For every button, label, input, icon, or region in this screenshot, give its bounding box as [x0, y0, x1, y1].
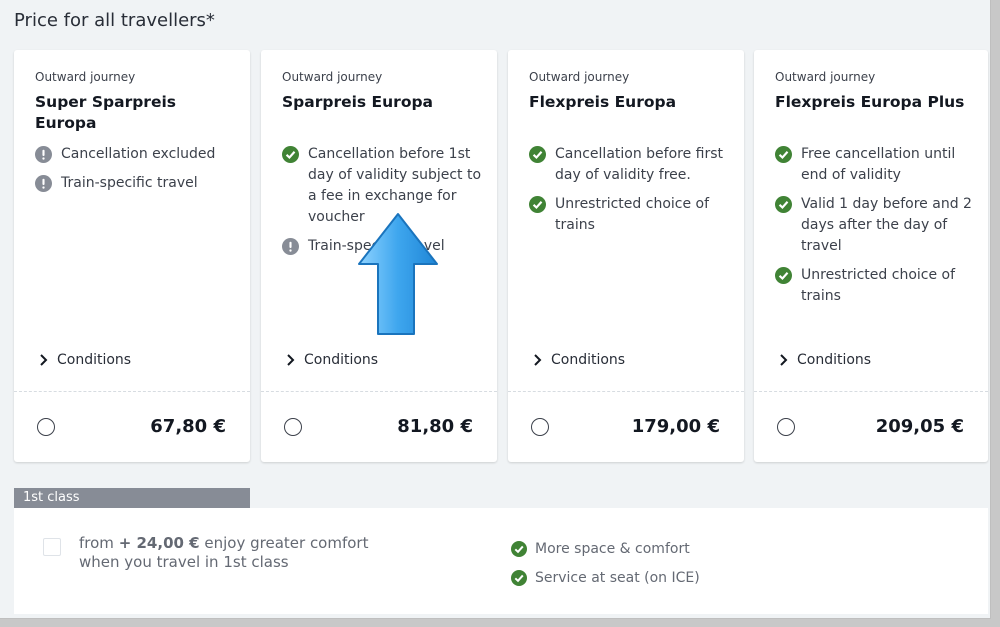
fare-title: Super Sparpreis Europa	[35, 93, 176, 132]
feature-item: Free cancellation until end of validity	[775, 144, 973, 186]
feature-item: Unrestricted choice of trains	[775, 265, 973, 307]
fare-card-super-sparpreis-europa[interactable]: Outward journey Super Sparpreis Europa C…	[14, 50, 250, 462]
conditions-toggle[interactable]: Conditions	[39, 352, 131, 368]
fare-radio[interactable]	[777, 418, 795, 436]
fare-card-flexpreis-europa[interactable]: Outward journey Flexpreis Europa Cancell…	[508, 50, 744, 462]
chevron-right-icon	[40, 354, 48, 366]
check-icon	[511, 541, 527, 557]
warning-icon	[35, 175, 52, 192]
fare-radio[interactable]	[37, 418, 55, 436]
fare-radio[interactable]	[531, 418, 549, 436]
check-icon	[775, 267, 792, 284]
fare-title: Flexpreis Europa	[529, 93, 677, 111]
divider	[14, 391, 250, 392]
journey-label: Outward journey	[529, 70, 630, 84]
feature-list: Cancellation excluded Train-specific tra…	[35, 144, 235, 202]
divider	[754, 391, 988, 392]
conditions-toggle[interactable]: Conditions	[286, 352, 378, 368]
fare-price: 179,00 €	[631, 416, 720, 437]
warning-icon	[282, 238, 299, 255]
benefit-list: More space & comfort Service at seat (on…	[511, 539, 700, 597]
price-panel: Price for all travellers* Outward journe…	[0, 0, 991, 619]
upgrade-amount: + 24,00 €	[118, 534, 200, 552]
feature-list: Cancellation before first day of validit…	[529, 144, 729, 244]
chevron-right-icon	[780, 354, 788, 366]
page-title: Price for all travellers*	[14, 10, 215, 31]
feature-item: Valid 1 day before and 2 days after the …	[775, 194, 973, 257]
check-icon	[282, 146, 299, 163]
fare-price: 81,80 €	[397, 416, 473, 437]
feature-list: Free cancellation until end of validity …	[775, 144, 973, 315]
conditions-label: Conditions	[304, 352, 379, 368]
first-class-upgrade-text[interactable]: from + 24,00 € enjoy greater comfort whe…	[79, 534, 399, 572]
conditions-label: Conditions	[551, 352, 626, 368]
check-icon	[511, 570, 527, 586]
annotation-arrow-icon	[358, 213, 438, 335]
fare-price: 209,05 €	[875, 416, 964, 437]
chevron-right-icon	[534, 354, 542, 366]
chevron-right-icon	[287, 354, 295, 366]
conditions-toggle[interactable]: Conditions	[779, 352, 871, 368]
fare-card-flexpreis-europa-plus[interactable]: Outward journey Flexpreis Europa Plus Fr…	[754, 50, 988, 462]
divider	[508, 391, 744, 392]
check-icon	[775, 146, 792, 163]
fare-price: 67,80 €	[150, 416, 226, 437]
conditions-label: Conditions	[57, 352, 132, 368]
first-class-panel: from + 24,00 € enjoy greater comfort whe…	[14, 508, 988, 614]
fare-radio[interactable]	[284, 418, 302, 436]
check-icon	[775, 196, 792, 213]
feature-item: Cancellation before first day of validit…	[529, 144, 729, 186]
first-class-checkbox[interactable]	[43, 538, 61, 556]
fare-title: Sparpreis Europa	[282, 93, 434, 111]
journey-label: Outward journey	[35, 70, 136, 84]
conditions-label: Conditions	[797, 352, 872, 368]
check-icon	[529, 196, 546, 213]
fare-title: Flexpreis Europa Plus	[775, 93, 965, 111]
first-class-tab: 1st class	[14, 488, 250, 508]
feature-item: Cancellation excluded	[35, 144, 235, 165]
check-icon	[529, 146, 546, 163]
feature-item: Train-specific travel	[35, 173, 235, 194]
journey-label: Outward journey	[282, 70, 383, 84]
benefit-item: More space & comfort	[511, 539, 700, 559]
divider	[261, 391, 497, 392]
conditions-toggle[interactable]: Conditions	[533, 352, 625, 368]
warning-icon	[35, 146, 52, 163]
feature-item: Unrestricted choice of trains	[529, 194, 729, 236]
journey-label: Outward journey	[775, 70, 876, 84]
benefit-item: Service at seat (on ICE)	[511, 568, 700, 588]
